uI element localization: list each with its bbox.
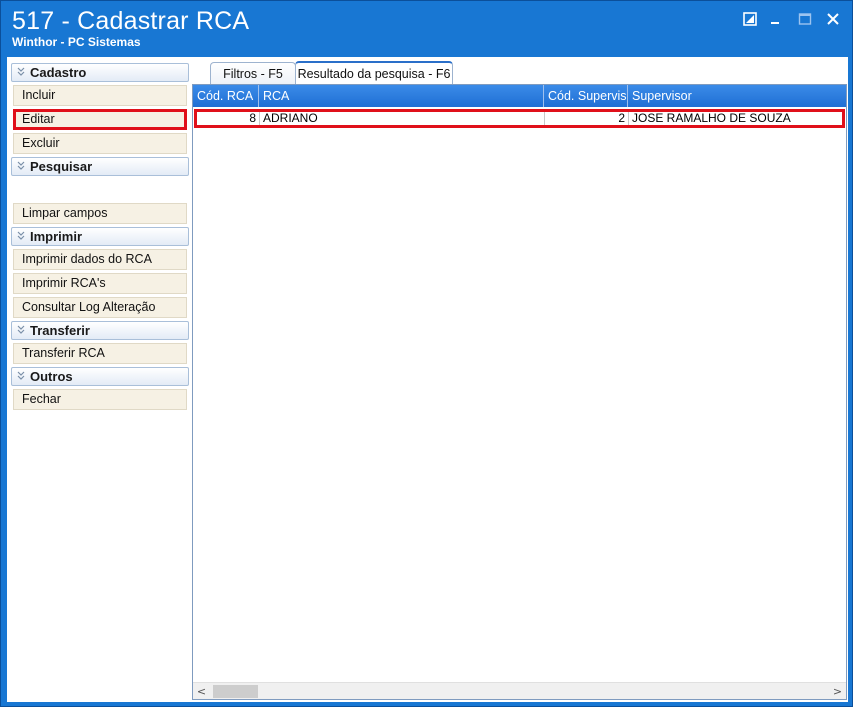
excluir-button[interactable]: Excluir — [13, 133, 187, 154]
group-header-cadastro[interactable]: Cadastro — [11, 63, 189, 82]
restore-small-icon[interactable] — [739, 9, 761, 29]
column-header-cod-rca[interactable]: Cód. RCA — [193, 85, 259, 107]
cell-supervisor: JOSE RAMALHO DE SOUZA — [632, 112, 791, 125]
chevron-double-down-icon — [17, 325, 25, 334]
column-header-cod-supervisor[interactable]: Cód. Supervis — [544, 85, 628, 107]
tab-filtros[interactable]: Filtros - F5 — [210, 62, 296, 84]
group-label: Pesquisar — [30, 159, 93, 174]
column-header-rca[interactable]: RCA — [259, 85, 544, 107]
limpar-campos-button[interactable]: Limpar campos — [13, 203, 187, 224]
editar-button[interactable]: Editar — [13, 109, 187, 130]
imprimir-rcas-button[interactable]: Imprimir RCA's — [13, 273, 187, 294]
group-header-transferir[interactable]: Transferir — [11, 321, 189, 340]
imprimir-dados-rca-button[interactable]: Imprimir dados do RCA — [13, 249, 187, 270]
fechar-button[interactable]: Fechar — [13, 389, 187, 410]
group-header-pesquisar[interactable]: Pesquisar — [11, 157, 189, 176]
table-row[interactable]: 8 ADRIANO 2 JOSE RAMALHO DE SOUZA — [194, 109, 845, 128]
title-bar[interactable]: 517 - Cadastrar RCA Winthor - PC Sistema… — [1, 1, 852, 53]
group-header-outros[interactable]: Outros — [11, 367, 189, 386]
column-header-supervisor[interactable]: Supervisor — [628, 85, 846, 107]
group-label: Transferir — [30, 323, 90, 338]
chevron-double-down-icon — [17, 67, 25, 76]
chevron-double-down-icon — [17, 161, 25, 170]
close-icon[interactable] — [822, 9, 844, 29]
action-sidebar: Cadastro Incluir Editar Excluir Pesquisa… — [9, 59, 192, 700]
chevron-double-down-icon — [17, 371, 25, 380]
consultar-log-button[interactable]: Consultar Log Alteração — [13, 297, 187, 318]
results-grid: Cód. RCA RCA Cód. Supervis Supervisor 8 … — [192, 84, 847, 700]
app-window: 517 - Cadastrar RCA Winthor - PC Sistema… — [0, 0, 853, 707]
cell-cod-rca: 8 — [197, 112, 260, 125]
window-title: 517 - Cadastrar RCA — [12, 7, 250, 35]
group-header-imprimir[interactable]: Imprimir — [11, 227, 189, 246]
grid-header: Cód. RCA RCA Cód. Supervis Supervisor — [193, 85, 846, 107]
scroll-right-arrow[interactable]: > — [829, 683, 846, 700]
cell-cod-supervisor: 2 — [545, 112, 629, 125]
horizontal-scrollbar[interactable]: < > — [193, 682, 846, 699]
scrollbar-thumb[interactable] — [213, 685, 258, 698]
window-subtitle: Winthor - PC Sistemas — [12, 35, 141, 49]
group-label: Outros — [30, 369, 73, 384]
incluir-button[interactable]: Incluir — [13, 85, 187, 106]
cell-rca: ADRIANO — [260, 112, 545, 125]
group-label: Cadastro — [30, 65, 87, 80]
tab-resultado-pesquisa[interactable]: Resultado da pesquisa - F6 — [295, 61, 453, 84]
scroll-left-arrow[interactable]: < — [193, 683, 210, 700]
client-area: Cadastro Incluir Editar Excluir Pesquisa… — [7, 57, 848, 702]
minimize-icon[interactable] — [764, 9, 786, 29]
maximize-icon[interactable] — [794, 9, 816, 29]
chevron-double-down-icon — [17, 231, 25, 240]
group-label: Imprimir — [30, 229, 83, 244]
transferir-rca-button[interactable]: Transferir RCA — [13, 343, 187, 364]
results-panel: Filtros - F5 Resultado da pesquisa - F6 … — [192, 61, 847, 700]
